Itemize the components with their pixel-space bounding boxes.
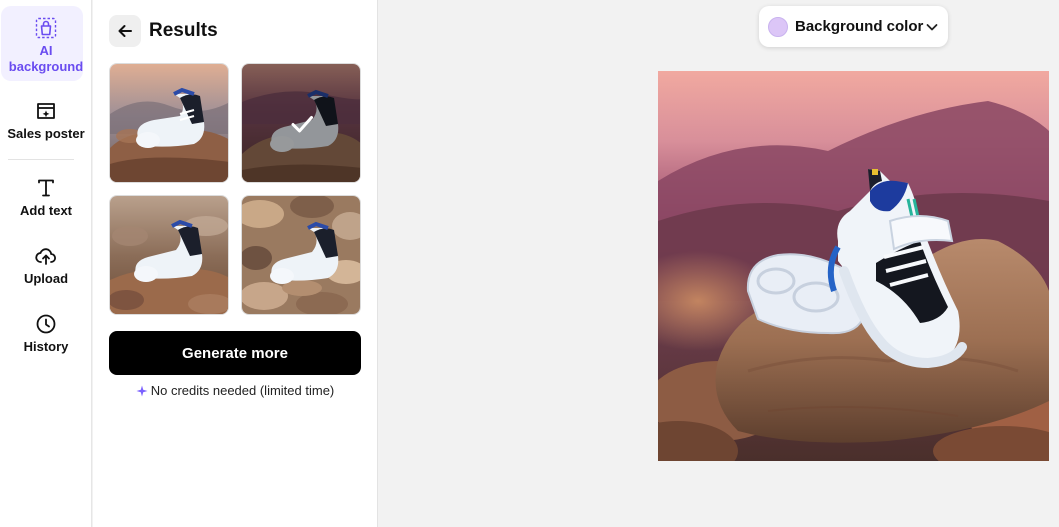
arrow-left-icon [118,25,132,37]
result-thumbnail-4[interactable] [241,195,361,315]
panel-title: Results [149,20,218,41]
sales-poster-icon [37,103,55,119]
sidebar-item-add-text[interactable]: Add text [0,176,92,219]
upload-cloud-icon [35,248,56,265]
product-photo [658,71,1049,461]
sidebar-item-label: Upload [23,271,69,286]
sidebar-item-label: Sales poster [7,126,85,141]
chevron-down-icon [926,23,938,30]
result-thumbnail-3[interactable] [109,195,229,315]
background-color-dropdown[interactable]: Background color [759,6,948,47]
credits-note-text: No credits needed (limited time) [150,383,335,398]
tool-sidebar: AI background Sales poster Add text Uplo… [0,0,92,527]
text-icon [38,179,54,197]
ai-background-icon [35,17,57,39]
generate-more-button[interactable]: Generate more [109,331,361,375]
results-panel: Results Generate more No credits needed … [93,0,378,527]
sidebar-item-label: AI background [8,43,84,74]
background-color-label: Background color [795,18,924,35]
result-image [242,196,360,314]
credits-note: No credits needed (limited time) [109,383,361,398]
sidebar-item-ai-background[interactable]: AI background [0,6,92,82]
sidebar-item-upload[interactable]: Upload [0,244,92,287]
sidebar-item-label: History [23,339,69,354]
result-image [110,196,228,314]
canvas-preview-image[interactable] [658,71,1049,461]
checkmark-icon [291,116,313,133]
clock-icon [36,314,56,334]
result-image [110,64,228,182]
sidebar-item-sales-poster[interactable]: Sales poster [0,99,92,142]
selected-overlay [242,64,360,182]
sidebar-item-history[interactable]: History [0,312,92,355]
sidebar-divider [8,159,74,160]
result-thumbnail-1[interactable] [109,63,229,183]
back-button[interactable] [109,15,141,47]
sparkle-icon [136,385,148,396]
result-thumbnail-2[interactable] [241,63,361,183]
sidebar-item-label: Add text [20,203,72,218]
background-color-swatch [768,16,788,37]
